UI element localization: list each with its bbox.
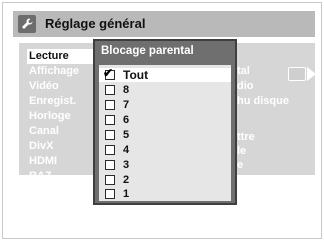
page-title: Réglage général (45, 16, 146, 31)
option-tout[interactable]: ✔ Tout (99, 66, 231, 82)
menu-item-divx[interactable]: DivX (27, 139, 103, 154)
right-item-angle[interactable]: le (237, 145, 246, 157)
menu-item-lecture[interactable]: Lecture (27, 49, 103, 64)
option-1[interactable]: 1 (99, 187, 231, 201)
option-7[interactable]: 7 (99, 98, 231, 112)
checkbox[interactable] (105, 85, 115, 95)
checkbox[interactable] (105, 100, 115, 110)
checkbox[interactable] (105, 160, 115, 170)
menu-item-canal[interactable]: Canal (27, 124, 103, 139)
option-label: 2 (123, 174, 130, 186)
option-label: 5 (123, 129, 130, 141)
menu-item-raz[interactable]: RAZ (27, 169, 103, 184)
checkmark-icon: ✔ (103, 66, 114, 80)
option-3[interactable]: 3 (99, 158, 231, 172)
option-label: 1 (123, 188, 130, 200)
right-item-audio[interactable]: dio (237, 80, 254, 92)
option-6[interactable]: 6 (99, 113, 231, 127)
checkbox[interactable] (105, 145, 115, 155)
wrench-icon (18, 15, 36, 33)
option-5[interactable]: 5 (99, 128, 231, 142)
option-2[interactable]: 2 (99, 173, 231, 187)
checkbox[interactable] (105, 115, 115, 125)
checkbox[interactable] (105, 175, 115, 185)
right-item-parental[interactable]: tal (237, 65, 250, 77)
option-label: 6 (123, 114, 130, 126)
tv-icon (288, 67, 306, 81)
option-label: 8 (123, 84, 130, 96)
right-item-menu-disque[interactable]: hu disque (237, 95, 289, 107)
checkbox[interactable] (105, 130, 115, 140)
option-label: 3 (123, 159, 130, 171)
option-label: 4 (123, 144, 130, 156)
option-8[interactable]: 8 (99, 83, 231, 97)
menu-item-affichage[interactable]: Affichage (27, 64, 103, 79)
menu-item-enregist[interactable]: Enregist. (27, 94, 103, 109)
option-label: 7 (123, 99, 130, 111)
checkbox[interactable] (105, 189, 115, 199)
parental-lock-popup: Blocage parental ✔ Tout 8 7 6 5 4 3 2 1 (93, 39, 237, 205)
arrow-right-icon[interactable] (307, 67, 316, 81)
right-item-sous-titre[interactable]: ttre (237, 131, 255, 143)
menu-item-hdmi[interactable]: HDMI (27, 154, 103, 169)
popup-title: Blocage parental (101, 45, 194, 57)
option-label: Tout (123, 68, 149, 82)
option-list: ✔ Tout 8 7 6 5 4 3 2 1 (99, 65, 231, 201)
settings-window: Réglage général Lecture Affichage Vidéo … (2, 2, 322, 239)
title-bar: Réglage général (13, 11, 315, 37)
right-item-mode[interactable]: e (237, 159, 243, 171)
left-menu: Lecture Affichage Vidéo Enregist. Horlog… (27, 49, 103, 184)
option-4[interactable]: 4 (99, 143, 231, 157)
menu-item-video[interactable]: Vidéo (27, 79, 103, 94)
menu-item-horloge[interactable]: Horloge (27, 109, 103, 124)
